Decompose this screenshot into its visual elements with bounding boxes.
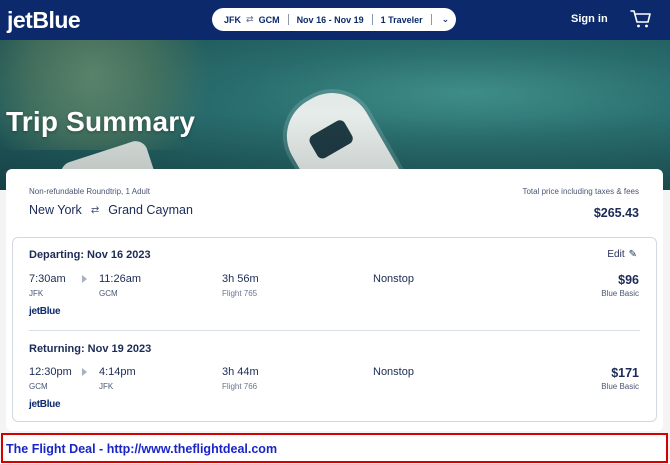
sign-in-link[interactable]: Sign in	[571, 13, 608, 25]
origin-code: JFK	[224, 14, 242, 25]
cart-icon[interactable]	[630, 9, 652, 29]
arrow-right-icon	[82, 275, 87, 283]
flight-number: Flight 766	[222, 382, 258, 391]
edit-label: Edit	[607, 249, 625, 260]
pill-divider	[287, 14, 289, 25]
depart-time: 7:30am	[29, 273, 66, 285]
origin-city: New York	[29, 203, 82, 217]
arrive-airport: JFK	[99, 382, 114, 391]
hero-banner-image: Trip Summary	[0, 40, 670, 190]
section-divider	[29, 330, 640, 331]
flight-deal-link[interactable]: The Flight Deal - http://www.theflightde…	[6, 442, 277, 456]
stops-label: Nonstop	[373, 273, 414, 285]
depart-airport: GCM	[29, 382, 48, 391]
depart-time: 12:30pm	[29, 366, 72, 378]
total-price-label: Total price including taxes & fees	[522, 187, 639, 196]
departing-heading: Departing: Nov 16 2023	[29, 249, 151, 261]
leg-price: $171	[611, 366, 639, 380]
traveler-count: 1 Traveler	[380, 14, 423, 25]
chevron-down-icon[interactable]: ⌄	[442, 14, 450, 25]
pill-divider	[430, 14, 432, 25]
airline-logo: jetBlue	[29, 399, 61, 410]
route-summary: New York ⇄ Grand Cayman	[29, 203, 193, 217]
arrive-time: 4:14pm	[99, 366, 136, 378]
date-range: Nov 16 - Nov 19	[296, 14, 364, 25]
swap-arrows-icon: ⇄	[90, 204, 100, 216]
leg-price: $96	[618, 273, 639, 287]
destination-city: Grand Cayman	[108, 203, 193, 217]
edit-button[interactable]: Edit ✎	[607, 249, 637, 260]
trip-search-pill[interactable]: JFK ⇄ GCM Nov 16 - Nov 19 1 Traveler ⌄	[212, 8, 456, 31]
flight-details-box: Departing: Nov 16 2023 Edit ✎ 7:30am JFK…	[12, 237, 657, 422]
pencil-icon: ✎	[628, 249, 637, 260]
page-title: Trip Summary	[6, 106, 196, 137]
swap-arrows-icon: ⇄	[246, 14, 254, 24]
airline-logo: jetBlue	[29, 306, 61, 317]
trip-type-label: Non-refundable Roundtrip, 1 Adult	[29, 187, 150, 196]
arrive-time: 11:26am	[99, 273, 141, 285]
flight-duration: 3h 44m	[222, 366, 259, 378]
fare-class: Blue Basic	[601, 289, 639, 298]
flight-deal-banner: The Flight Deal - http://www.theflightde…	[1, 433, 668, 463]
arrive-airport: GCM	[99, 289, 118, 298]
arrow-right-icon	[82, 368, 87, 376]
returning-heading: Returning: Nov 19 2023	[29, 343, 152, 355]
top-nav-bar: jetBlue JFK ⇄ GCM Nov 16 - Nov 19 1 Trav…	[0, 0, 670, 40]
flight-number: Flight 765	[222, 289, 258, 298]
fare-class: Blue Basic	[601, 382, 639, 391]
jetblue-logo[interactable]: jetBlue	[7, 7, 81, 34]
destination-code: GCM	[258, 14, 280, 25]
departing-flight-row[interactable]: 7:30am JFK 11:26am GCM 3h 56m Flight 765…	[13, 273, 658, 313]
returning-flight-row[interactable]: 12:30pm GCM 4:14pm JFK 3h 44m Flight 766…	[13, 366, 658, 406]
depart-airport: JFK	[29, 289, 44, 298]
stops-label: Nonstop	[373, 366, 414, 378]
flight-duration: 3h 56m	[222, 273, 259, 285]
total-price: $265.43	[593, 206, 639, 220]
pill-divider	[371, 14, 373, 25]
